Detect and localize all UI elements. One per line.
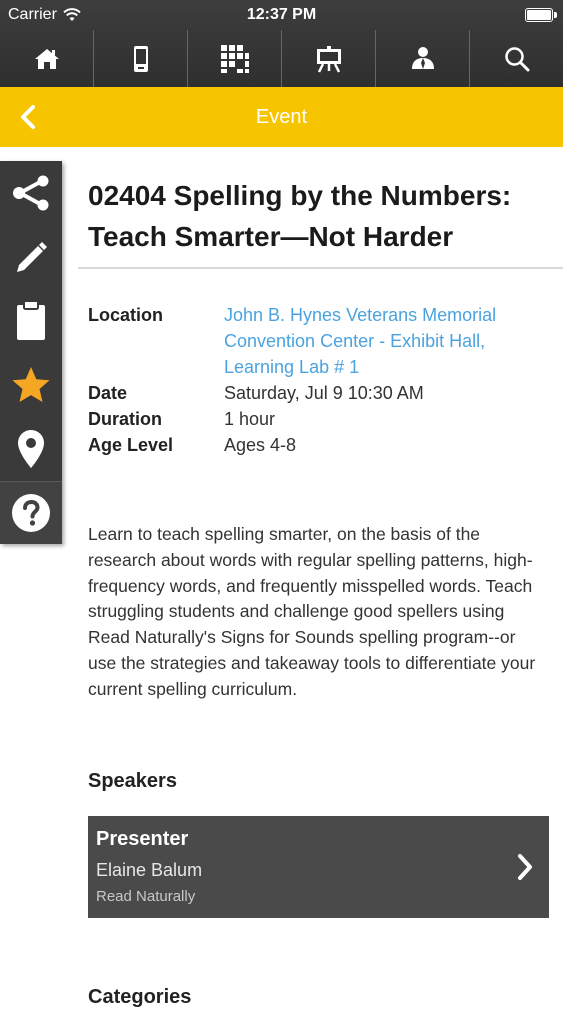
duration-row: Duration 1 hour xyxy=(88,406,548,432)
search-icon xyxy=(504,46,529,71)
mobile-device-icon xyxy=(133,45,148,72)
event-details: Location John B. Hynes Veterans Memorial… xyxy=(88,302,548,458)
categories-heading: Categories xyxy=(88,986,192,1008)
edit-notes-button[interactable] xyxy=(0,225,62,289)
toolbar-grid-button[interactable] xyxy=(187,30,281,87)
age-level-row: Age Level Ages 4-8 xyxy=(88,432,548,458)
location-label: Location xyxy=(88,305,163,325)
action-sidebar xyxy=(0,161,62,544)
date-value: Saturday, Jul 9 10:30 AM xyxy=(224,383,424,403)
toolbar-device-button[interactable] xyxy=(93,30,187,87)
duration-label: Duration xyxy=(88,409,162,429)
age-level-label: Age Level xyxy=(88,435,174,455)
date-row: Date Saturday, Jul 9 10:30 AM xyxy=(88,380,548,406)
date-label: Date xyxy=(88,383,128,403)
clipboard-button[interactable] xyxy=(0,289,62,353)
title-divider xyxy=(78,267,563,269)
speaker-name: Elaine Balum xyxy=(96,860,203,880)
speaker-card[interactable]: Presenter Elaine Balum Read Naturally xyxy=(88,816,549,918)
speakers-heading: Speakers xyxy=(88,770,177,792)
age-level-value: Ages 4-8 xyxy=(224,435,297,455)
duration-value: 1 hour xyxy=(224,409,276,429)
app-header: Carrier 12:37 PM xyxy=(0,0,563,87)
title-bar: Event xyxy=(0,87,563,147)
pencil-icon xyxy=(17,242,47,272)
main-toolbar xyxy=(0,30,563,87)
grid-icon xyxy=(220,44,249,73)
toolbar-home-button[interactable] xyxy=(0,30,93,87)
page-title: Event xyxy=(255,106,308,128)
event-description: Learn to teach spelling smarter, on the … xyxy=(88,524,536,699)
toolbar-search-button[interactable] xyxy=(469,30,563,87)
speaker-role: Presenter xyxy=(96,828,189,850)
toolbar-presentation-button[interactable] xyxy=(281,30,375,87)
status-bar: Carrier 12:37 PM xyxy=(0,0,563,30)
star-icon xyxy=(12,367,50,402)
speaker-organization: Read Naturally xyxy=(96,888,196,905)
map-location-button[interactable] xyxy=(0,417,62,481)
help-icon xyxy=(12,494,50,532)
chevron-right-icon xyxy=(515,852,535,887)
map-pin-icon xyxy=(18,430,44,468)
status-time: 12:37 PM xyxy=(246,6,317,23)
home-icon xyxy=(34,48,59,69)
battery-fill xyxy=(527,10,551,20)
help-button[interactable] xyxy=(0,481,62,544)
presentation-board-icon xyxy=(316,45,341,73)
person-icon xyxy=(411,46,434,69)
location-row: Location John B. Hynes Veterans Memorial… xyxy=(88,302,548,380)
location-link[interactable]: John B. Hynes Veterans Memorial Conventi… xyxy=(224,302,548,380)
toolbar-people-button[interactable] xyxy=(375,30,469,87)
favorite-button[interactable] xyxy=(0,353,62,417)
event-title: 02404 Spelling by the Numbers: Teach Sma… xyxy=(88,180,512,252)
share-button[interactable] xyxy=(0,161,62,225)
battery-icon xyxy=(525,8,557,22)
share-icon xyxy=(13,175,49,211)
clipboard-icon xyxy=(17,300,45,340)
